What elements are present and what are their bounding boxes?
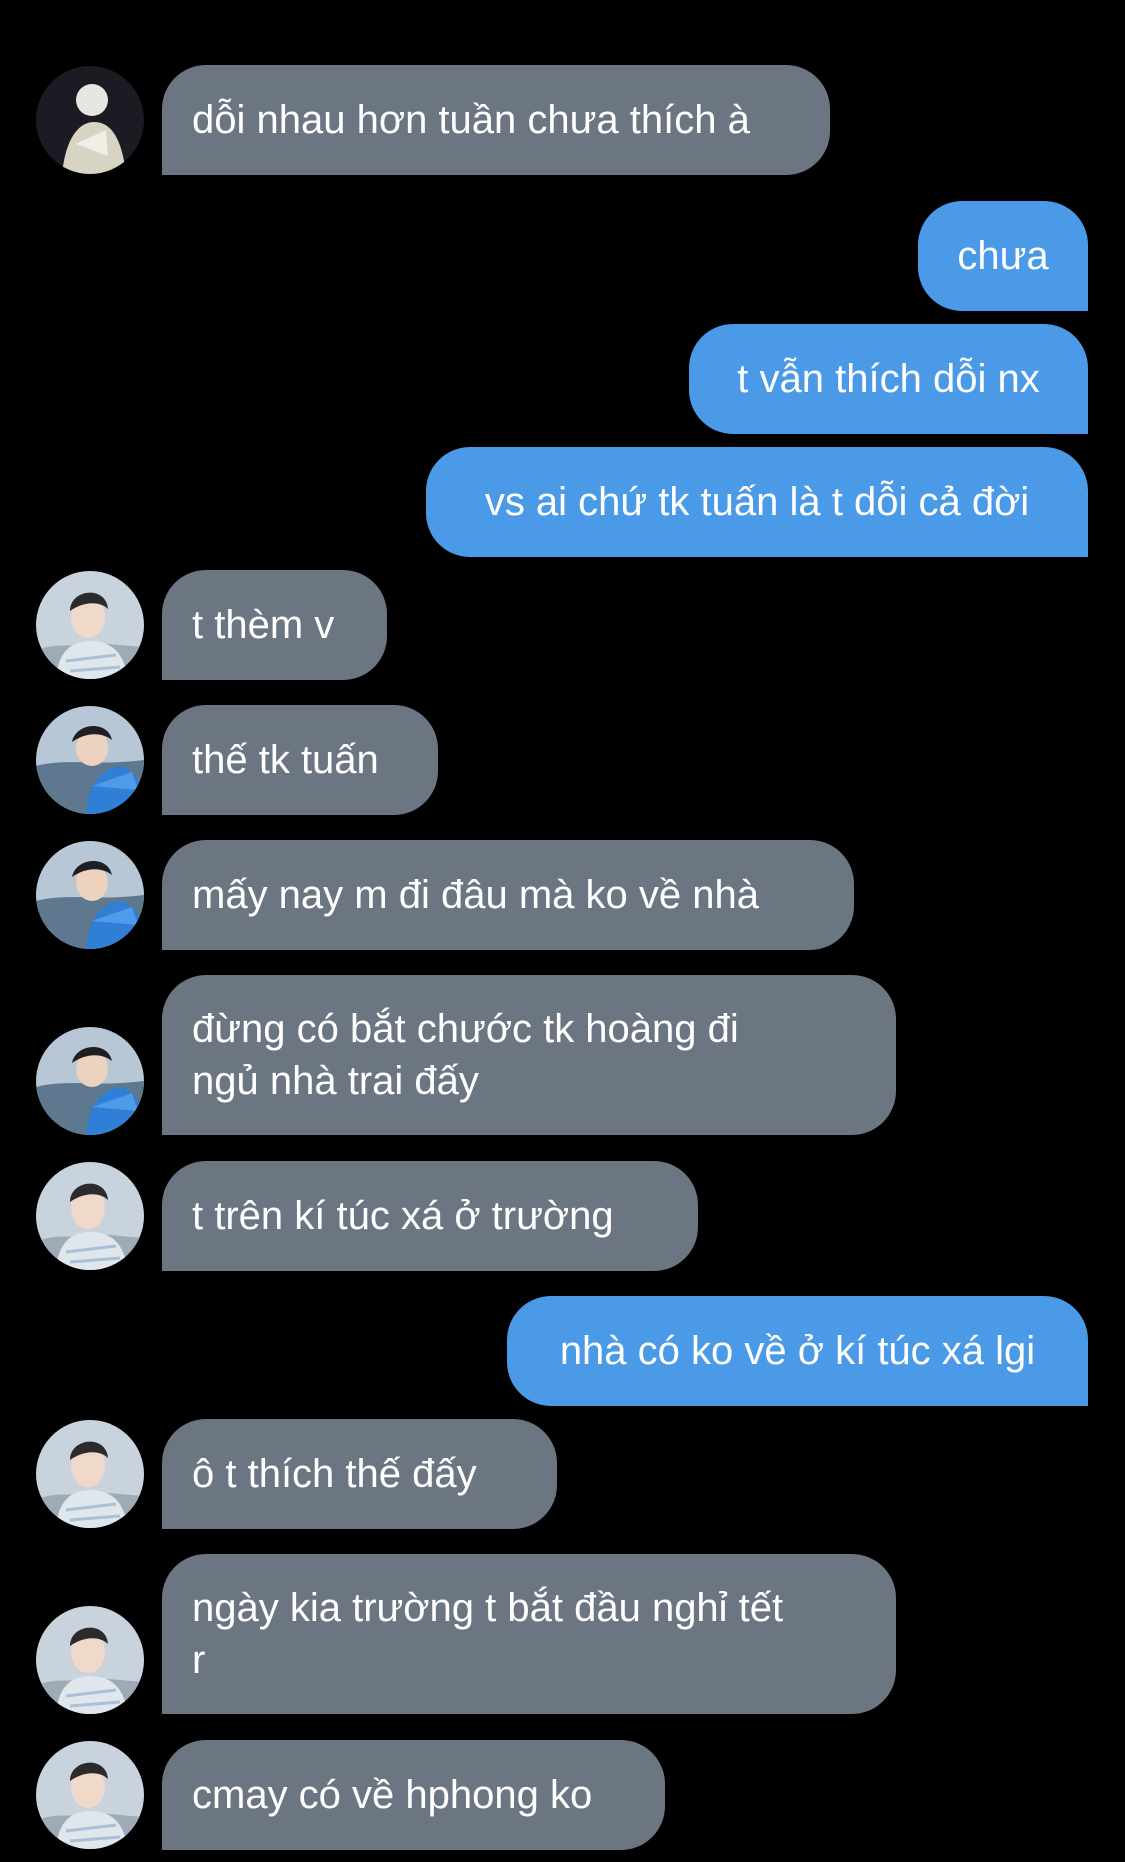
avatar[interactable] (36, 1027, 144, 1135)
message-text: t vẫn thích dỗi nx (737, 357, 1040, 401)
message-text: mấy nay m đi đâu mà ko về nhà (192, 873, 759, 917)
profile-photo-icon (36, 1741, 144, 1849)
message-outgoing: vs ai chứ tk tuấn là t dỗi cả đời (0, 447, 1125, 557)
message-incoming: dỗi nhau hơn tuần chưa thích à (0, 65, 1125, 175)
profile-photo-icon (36, 571, 144, 679)
profile-photo-icon (36, 1420, 144, 1528)
message-incoming: đừng có bắt chước tk hoàng đi ngủ nhà tr… (0, 975, 1125, 1135)
message-bubble[interactable]: t vẫn thích dỗi nx (689, 324, 1088, 434)
avatar[interactable] (36, 1420, 144, 1528)
message-bubble[interactable]: ô t thích thế đấy (162, 1419, 557, 1529)
message-bubble[interactable]: thế tk tuấn (162, 705, 438, 815)
message-text: t trên kí túc xá ở trường (192, 1194, 614, 1238)
message-text: đừng có bắt chước tk hoàng đi ngủ nhà tr… (192, 1007, 739, 1103)
message-incoming: thế tk tuấn (0, 705, 1125, 815)
avatar[interactable] (36, 1741, 144, 1849)
message-bubble[interactable]: vs ai chứ tk tuấn là t dỗi cả đời (426, 447, 1088, 557)
message-bubble[interactable]: mấy nay m đi đâu mà ko về nhà (162, 840, 854, 950)
profile-photo-icon (36, 66, 144, 174)
message-text: thế tk tuấn (192, 738, 379, 782)
chat-thread[interactable]: dỗi nhau hơn tuần chưa thích à chưa t vẫ… (0, 0, 1125, 1862)
profile-photo-icon (36, 706, 144, 814)
avatar[interactable] (36, 706, 144, 814)
message-text: dỗi nhau hơn tuần chưa thích à (192, 98, 750, 142)
message-bubble[interactable]: cmay có về hphong ko (162, 1740, 665, 1850)
avatar[interactable] (36, 571, 144, 679)
message-text: ô t thích thế đấy (192, 1452, 477, 1496)
message-text: ngày kia trường t bắt đầu nghỉ tết r (192, 1586, 784, 1682)
avatar[interactable] (36, 66, 144, 174)
message-incoming: t thèm v (0, 570, 1125, 680)
message-bubble[interactable]: đừng có bắt chước tk hoàng đi ngủ nhà tr… (162, 975, 896, 1135)
message-bubble[interactable]: nhà có ko về ở kí túc xá lgi (507, 1296, 1088, 1406)
profile-photo-icon (36, 841, 144, 949)
profile-photo-icon (36, 1606, 144, 1714)
message-outgoing: nhà có ko về ở kí túc xá lgi (0, 1296, 1125, 1406)
profile-photo-icon (36, 1027, 144, 1135)
message-incoming: cmay có về hphong ko (0, 1740, 1125, 1850)
message-bubble[interactable]: ngày kia trường t bắt đầu nghỉ tết r (162, 1554, 896, 1714)
avatar[interactable] (36, 1162, 144, 1270)
message-text: nhà có ko về ở kí túc xá lgi (559, 1329, 1036, 1373)
message-incoming: ô t thích thế đấy (0, 1419, 1125, 1529)
profile-photo-icon (36, 1162, 144, 1270)
message-incoming: ngày kia trường t bắt đầu nghỉ tết r (0, 1554, 1125, 1714)
message-outgoing: t vẫn thích dỗi nx (0, 324, 1125, 434)
message-text: vs ai chứ tk tuấn là t dỗi cả đời (484, 480, 1030, 524)
avatar[interactable] (36, 841, 144, 949)
avatar[interactable] (36, 1606, 144, 1714)
message-outgoing: chưa (0, 201, 1125, 311)
message-text: chưa (957, 234, 1049, 278)
message-incoming: t trên kí túc xá ở trường (0, 1161, 1125, 1271)
message-bubble[interactable]: t trên kí túc xá ở trường (162, 1161, 698, 1271)
message-text: cmay có về hphong ko (192, 1773, 593, 1817)
message-bubble[interactable]: chưa (918, 201, 1088, 311)
message-text: t thèm v (192, 603, 335, 647)
message-bubble[interactable]: t thèm v (162, 570, 387, 680)
message-bubble[interactable]: dỗi nhau hơn tuần chưa thích à (162, 65, 830, 175)
message-incoming: mấy nay m đi đâu mà ko về nhà (0, 840, 1125, 950)
